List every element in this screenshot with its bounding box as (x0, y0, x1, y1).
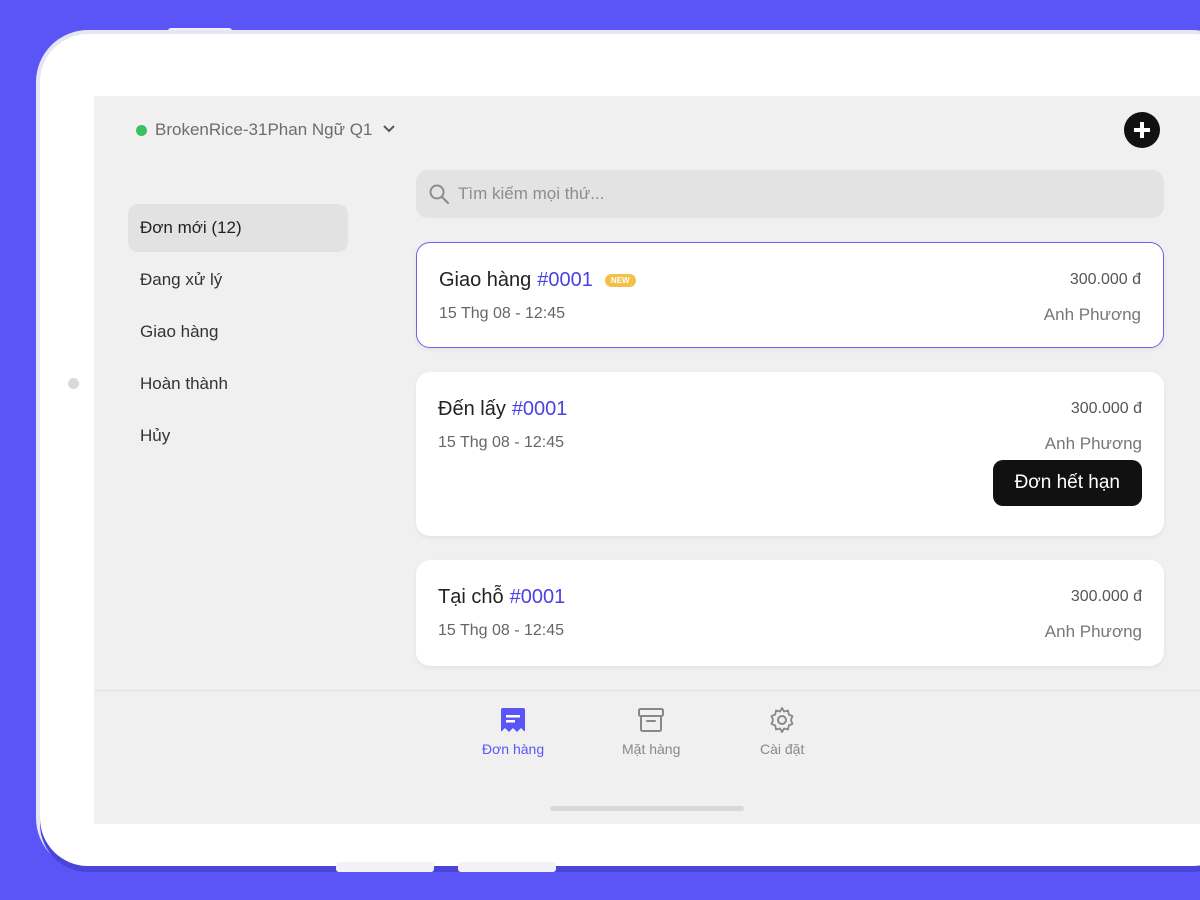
sidebar-item-label: Đơn mới (12) (140, 218, 242, 237)
order-id: #0001 (509, 586, 566, 608)
order-time: 15 Thg 08 - 12:45 (439, 305, 566, 322)
orders-icon (501, 708, 526, 732)
tablet-volume-button (336, 862, 434, 872)
archive-box-icon (638, 708, 665, 732)
order-price: 300.000 đ (1070, 588, 1142, 605)
sidebar-item-cancelled[interactable]: Hủy (128, 412, 348, 460)
order-card[interactable]: Tại chỗ #0001 15 Thg 08 - 12:45 300.000 … (416, 560, 1164, 666)
app-screen: BrokenRice-31Phan Ngữ Q1 Đơn mới (12) Đa… (94, 96, 1200, 824)
nav-orders[interactable]: Đơn hàng (482, 705, 544, 757)
sidebar-item-completed[interactable]: Hoàn thành (128, 360, 348, 408)
sidebar-item-new-orders[interactable]: Đơn mới (12) (128, 204, 348, 252)
gear-icon (770, 707, 794, 733)
order-time: 15 Thg 08 - 12:45 (438, 434, 565, 451)
nav-label: Đơn hàng (482, 741, 545, 757)
order-customer: Anh Phương (1043, 305, 1141, 324)
expired-order-button[interactable]: Đơn hết hạn (992, 460, 1142, 506)
order-card[interactable]: Giao hàng #0001 NEW 15 Thg 08 - 12:45 30… (416, 242, 1164, 348)
sidebar-item-label: Giao hàng (140, 322, 219, 341)
chevron-down-icon (382, 123, 396, 137)
sidebar-item-label: Đang xử lý (140, 270, 223, 289)
order-price: 300.000 đ (1069, 271, 1141, 288)
tablet-volume-button (458, 862, 556, 872)
nav-label: Mặt hàng (622, 741, 681, 757)
order-price: 300.000 đ (1070, 400, 1142, 417)
sidebar-item-processing[interactable]: Đang xử lý (128, 256, 348, 304)
online-status-dot (136, 124, 147, 136)
add-order-button[interactable] (1124, 112, 1160, 148)
nav-products[interactable]: Mặt hàng (622, 705, 680, 757)
nav-settings[interactable]: Cài đặt (760, 705, 804, 757)
sidebar-item-label: Hoàn thành (140, 374, 228, 393)
sidebar-item-delivering[interactable]: Giao hàng (128, 308, 348, 356)
plus-icon (1134, 122, 1150, 138)
bottom-navigation: Đơn hàng Mặt hàng Cài đặt (94, 690, 1200, 824)
order-title: Giao hàng #0001 NEW (439, 269, 636, 292)
order-title: Đến lấy #0001 (438, 398, 567, 421)
order-type: Giao hàng (439, 269, 532, 291)
nav-label: Cài đặt (760, 741, 805, 757)
search-input[interactable]: Tìm kiếm mọi thứ... (416, 170, 1164, 218)
order-card[interactable]: Đến lấy #0001 15 Thg 08 - 12:45 300.000 … (416, 372, 1164, 536)
search-icon (429, 184, 450, 205)
order-type: Tại chỗ (438, 586, 504, 608)
store-name: BrokenRice-31Phan Ngữ Q1 (155, 120, 373, 139)
new-badge: NEW (604, 274, 636, 287)
order-customer: Anh Phương (1044, 434, 1142, 453)
order-id: #0001 (537, 269, 593, 291)
order-title: Tại chỗ #0001 (438, 586, 565, 609)
home-indicator (550, 806, 744, 811)
order-customer: Anh Phương (1044, 622, 1142, 641)
order-time: 15 Thg 08 - 12:45 (438, 622, 565, 639)
search-placeholder: Tìm kiếm mọi thứ... (458, 184, 605, 203)
store-selector[interactable]: BrokenRice-31Phan Ngữ Q1 (136, 120, 396, 140)
order-id: #0001 (511, 398, 568, 420)
sidebar-item-label: Hủy (140, 426, 171, 445)
order-status-sidebar: Đơn mới (12) Đang xử lý Giao hàng Hoàn t… (128, 204, 348, 464)
order-type: Đến lấy (438, 398, 506, 420)
tablet-camera (68, 378, 79, 389)
